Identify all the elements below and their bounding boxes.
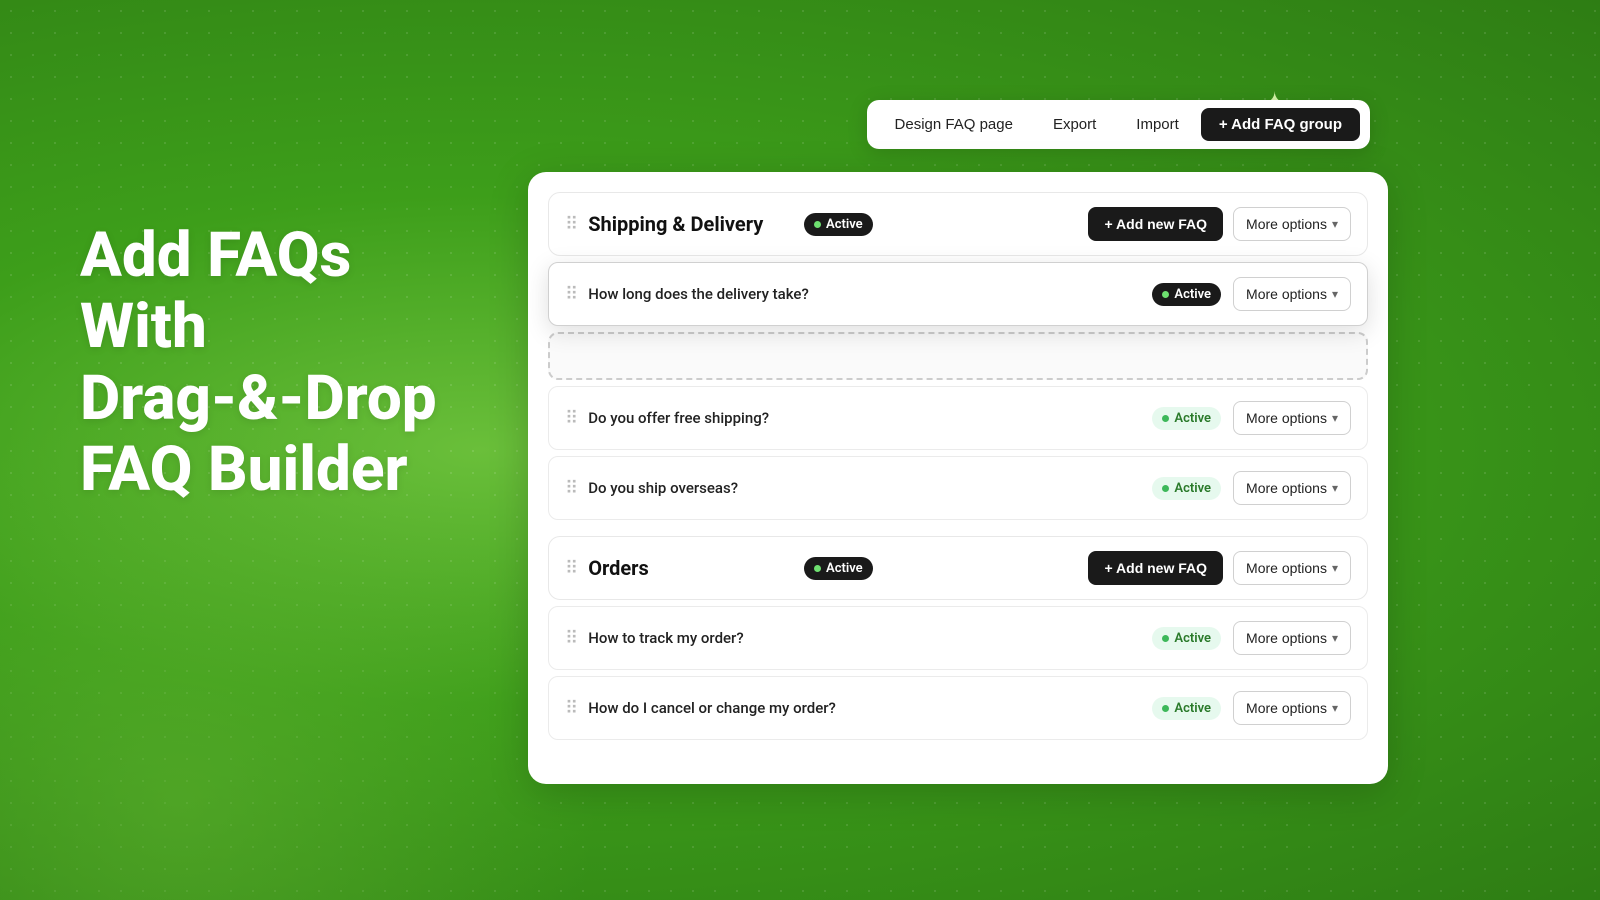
more-options-label-2: More options <box>1246 410 1327 426</box>
design-faq-page-button[interactable]: Design FAQ page <box>877 108 1031 141</box>
faq-status-label-1: Active <box>1174 287 1211 302</box>
drag-handle-item-3[interactable]: ⠿ <box>565 478 576 499</box>
group-status-label-shipping: Active <box>826 217 863 232</box>
chevron-icon-5: ▾ <box>1332 701 1338 715</box>
faq-question-3: Do you ship overseas? <box>588 479 1152 497</box>
more-options-button-faq-5[interactable]: More options ▾ <box>1233 691 1351 725</box>
more-options-label-5: More options <box>1246 700 1327 716</box>
group-header-shipping: ⠿ Shipping & Delivery Active + Add new F… <box>548 192 1368 256</box>
chevron-icon-3: ▾ <box>1332 481 1338 495</box>
group-status-shipping: Active <box>804 213 873 236</box>
drop-zone <box>548 332 1368 380</box>
more-options-button-faq-3[interactable]: More options ▾ <box>1233 471 1351 505</box>
hero-line1: Add FAQs <box>80 220 437 291</box>
main-panel: ⠿ Shipping & Delivery Active + Add new F… <box>528 172 1388 784</box>
add-new-faq-button-orders[interactable]: + Add new FAQ <box>1088 551 1223 585</box>
drag-handle-shipping[interactable]: ⠿ <box>565 214 576 235</box>
faq-question-1: How long does the delivery take? <box>588 285 1152 303</box>
more-options-button-faq-4[interactable]: More options ▾ <box>1233 621 1351 655</box>
drag-handle-item-5[interactable]: ⠿ <box>565 698 576 719</box>
more-options-label-1: More options <box>1246 286 1327 302</box>
more-options-button-faq-1[interactable]: More options ▾ <box>1233 277 1351 311</box>
group-title-orders: Orders <box>588 556 804 580</box>
status-dot-4 <box>1162 635 1169 642</box>
faq-item-dragging: ⠿ How long does the delivery take? Activ… <box>548 262 1368 326</box>
faq-group-orders: ⠿ Orders Active + Add new FAQ More optio… <box>548 536 1368 740</box>
group-title-shipping: Shipping & Delivery <box>588 212 804 236</box>
drag-handle-item-4[interactable]: ⠿ <box>565 628 576 649</box>
status-dot-5 <box>1162 705 1169 712</box>
hero-line3: Drag-&-Drop <box>80 363 437 434</box>
status-dot-2 <box>1162 415 1169 422</box>
hero-text: Add FAQs With Drag-&-Drop FAQ Builder <box>80 220 437 505</box>
faq-items-list-orders: ⠿ How to track my order? Active More opt… <box>548 606 1368 740</box>
faq-question-4: How to track my order? <box>588 629 1152 647</box>
status-dot-orders <box>814 565 821 572</box>
faq-items-list-shipping: ⠿ How long does the delivery take? Activ… <box>548 262 1368 520</box>
faq-status-5: Active <box>1152 697 1221 720</box>
drag-handle-item-1[interactable]: ⠿ <box>565 284 576 305</box>
chevron-icon-orders: ▾ <box>1332 561 1338 575</box>
chevron-icon-1: ▾ <box>1332 287 1338 301</box>
drag-handle-orders[interactable]: ⠿ <box>565 558 576 579</box>
export-button[interactable]: Export <box>1035 108 1114 141</box>
more-options-button-faq-2[interactable]: More options ▾ <box>1233 401 1351 435</box>
faq-status-label-5: Active <box>1174 701 1211 716</box>
group-header-orders: ⠿ Orders Active + Add new FAQ More optio… <box>548 536 1368 600</box>
status-dot <box>814 221 821 228</box>
faq-question-2: Do you offer free shipping? <box>588 409 1152 427</box>
faq-status-label-3: Active <box>1174 481 1211 496</box>
import-button[interactable]: Import <box>1118 108 1197 141</box>
status-dot-1 <box>1162 291 1169 298</box>
group-status-label-orders: Active <box>826 561 863 576</box>
faq-status-1: Active <box>1152 283 1221 306</box>
more-options-label-3: More options <box>1246 480 1327 496</box>
faq-item-2: ⠿ Do you offer free shipping? Active Mor… <box>548 386 1368 450</box>
faq-item-4: ⠿ How to track my order? Active More opt… <box>548 606 1368 670</box>
faq-status-label-4: Active <box>1174 631 1211 646</box>
more-options-label-4: More options <box>1246 630 1327 646</box>
hero-line2: With <box>80 291 437 362</box>
status-dot-3 <box>1162 485 1169 492</box>
faq-status-label-2: Active <box>1174 411 1211 426</box>
toolbar: Design FAQ page Export Import + Add FAQ … <box>867 100 1370 149</box>
more-options-label: More options <box>1246 216 1327 232</box>
group-status-orders: Active <box>804 557 873 580</box>
drag-handle-item-2[interactable]: ⠿ <box>565 408 576 429</box>
chevron-icon-2: ▾ <box>1332 411 1338 425</box>
more-options-button-shipping-group[interactable]: More options ▾ <box>1233 207 1351 241</box>
faq-status-2: Active <box>1152 407 1221 430</box>
faq-item-3: ⠿ Do you ship overseas? Active More opti… <box>548 456 1368 520</box>
hero-line4: FAQ Builder <box>80 434 437 505</box>
add-new-faq-button-shipping[interactable]: + Add new FAQ <box>1088 207 1223 241</box>
faq-group-shipping: ⠿ Shipping & Delivery Active + Add new F… <box>548 192 1368 520</box>
faq-status-3: Active <box>1152 477 1221 500</box>
faq-status-4: Active <box>1152 627 1221 650</box>
more-options-label-orders: More options <box>1246 560 1327 576</box>
faq-question-5: How do I cancel or change my order? <box>588 699 1152 717</box>
chevron-icon-4: ▾ <box>1332 631 1338 645</box>
chevron-icon: ▾ <box>1332 217 1338 231</box>
faq-item-5: ⠿ How do I cancel or change my order? Ac… <box>548 676 1368 740</box>
add-faq-group-button[interactable]: + Add FAQ group <box>1201 108 1360 141</box>
more-options-button-orders-group[interactable]: More options ▾ <box>1233 551 1351 585</box>
